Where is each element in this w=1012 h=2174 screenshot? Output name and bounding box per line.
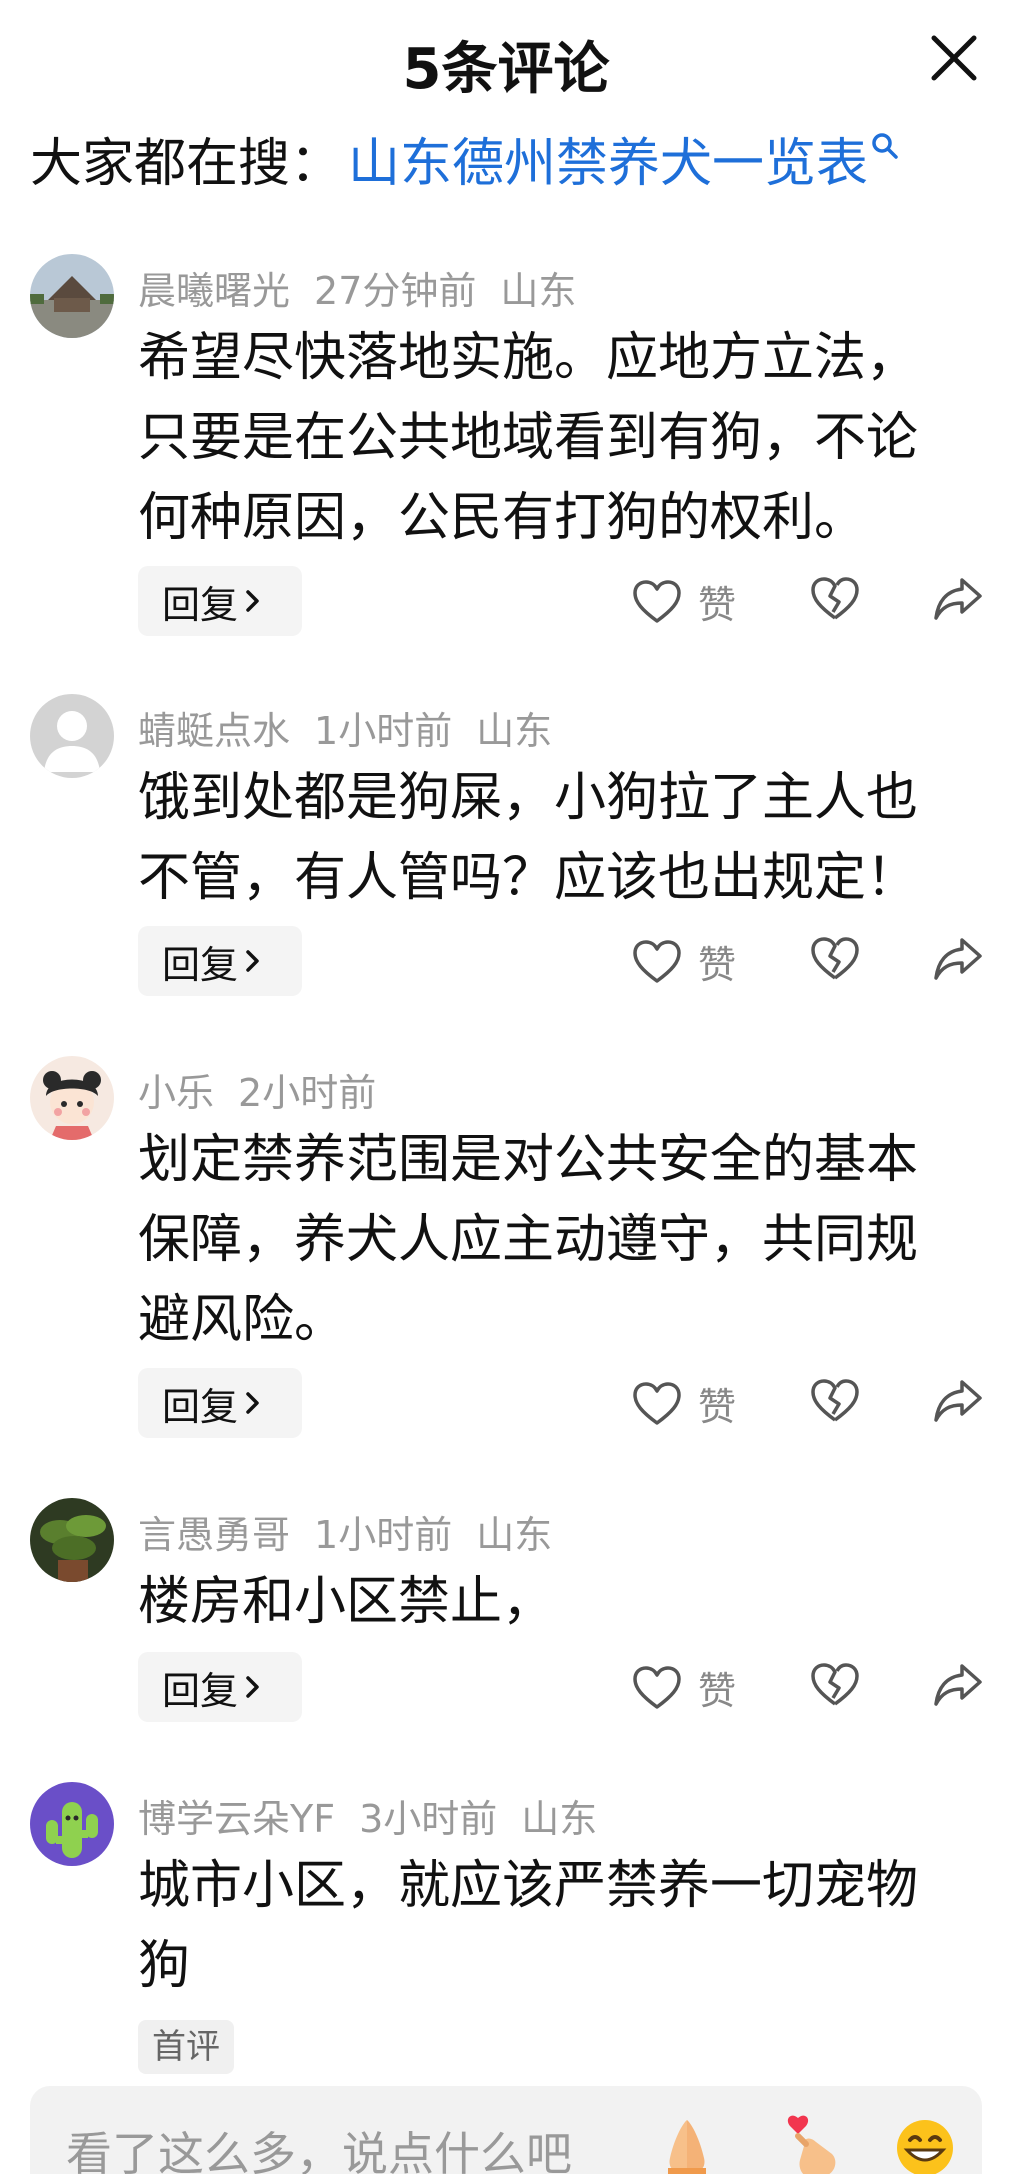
grinning-face-emoji-icon[interactable] xyxy=(890,2110,960,2174)
reply-label: 回复 xyxy=(162,582,239,627)
comment-text: 饿到处都是狗屎，小狗拉了主人也 不管，有人管吗？应该也出规定！ xyxy=(138,758,958,918)
like-label: 赞 xyxy=(698,1669,737,1713)
trending-search-label: 大家都在搜： xyxy=(30,133,343,194)
share-icon[interactable] xyxy=(932,576,984,622)
comment-meta: 蜻蜓点水 1小时前 山东 xyxy=(138,700,552,755)
comment-text-line: 只要是在公共地域看到有狗，不论 xyxy=(138,408,919,468)
chevron-right-icon xyxy=(246,950,259,972)
finger-heart-emoji-icon[interactable] xyxy=(776,2110,846,2174)
like-label: 赞 xyxy=(698,1385,737,1429)
comment-username[interactable]: 晨曦曙光 xyxy=(138,269,290,313)
praying-hands-emoji-icon[interactable] xyxy=(652,2110,722,2174)
comment-text-line: 饿到处都是狗屎，小狗拉了主人也 xyxy=(138,768,919,828)
comment-text-line: 划定禁养范围是对公共安全的基本 xyxy=(138,1130,919,1190)
close-icon xyxy=(931,35,977,81)
broken-heart-icon[interactable] xyxy=(810,576,860,622)
avatar[interactable] xyxy=(30,1498,114,1582)
page-title: 5条评论 xyxy=(402,37,610,102)
comment-time: 3小时前 xyxy=(359,1797,498,1841)
reply-button[interactable]: 回复 xyxy=(138,1652,302,1722)
comment-username[interactable]: 小乐 xyxy=(138,1071,214,1115)
heart-icon xyxy=(633,939,681,983)
reply-label: 回复 xyxy=(162,942,239,987)
comment-time: 27分钟前 xyxy=(314,269,477,313)
first-comment-badge: 首评 xyxy=(138,2020,234,2074)
comment-time: 2小时前 xyxy=(238,1071,377,1115)
broken-heart-icon[interactable] xyxy=(810,936,860,982)
broken-heart-icon[interactable] xyxy=(810,1378,860,1424)
comment-time: 1小时前 xyxy=(314,1513,453,1557)
comment-meta: 晨曦曙光 27分钟前 山东 xyxy=(138,260,576,315)
comment-actions: 回复 赞 xyxy=(0,1652,1012,1724)
comment-text: 楼房和小区禁止， xyxy=(138,1562,958,1642)
reply-button[interactable]: 回复 xyxy=(138,566,302,636)
comment-location: 山东 xyxy=(521,1797,598,1841)
comment-text-line: 不管，有人管吗？应该也出规定！ xyxy=(138,848,919,908)
comment-username[interactable]: 言愚勇哥 xyxy=(138,1513,290,1557)
heart-icon xyxy=(633,1665,681,1709)
comment-location: 山东 xyxy=(500,269,577,313)
comment-location: 山东 xyxy=(476,1513,553,1557)
avatar[interactable] xyxy=(30,1056,114,1140)
search-icon[interactable] xyxy=(870,131,900,161)
comment-text-line: 希望尽快落地实施。应地方立法， xyxy=(138,328,919,388)
heart-icon xyxy=(633,579,681,623)
comment-text-line: 避风险。 xyxy=(138,1290,347,1350)
share-icon[interactable] xyxy=(932,936,984,982)
chevron-right-icon xyxy=(246,1676,259,1698)
comment-text: 希望尽快落地实施。应地方立法， 只要是在公共地域看到有狗，不论 何种原因，公民有… xyxy=(138,318,958,558)
comment-username[interactable]: 博学云朵YF xyxy=(138,1797,335,1841)
comment-text-line: 保障，养犬人应主动遵守，共同规 xyxy=(138,1210,919,1270)
comment-username[interactable]: 蜻蜓点水 xyxy=(138,709,290,753)
avatar[interactable] xyxy=(30,1782,114,1866)
comment-text-line: 何种原因，公民有打狗的权利。 xyxy=(138,488,867,548)
like-button[interactable]: 赞 xyxy=(632,1660,736,1715)
broken-heart-icon[interactable] xyxy=(810,1662,860,1708)
avatar[interactable] xyxy=(30,694,114,778)
chevron-right-icon xyxy=(246,590,259,612)
comments-header: 5条评论 xyxy=(0,0,1012,120)
like-button[interactable]: 赞 xyxy=(632,1376,736,1431)
comment-text: 城市小区，就应该严禁养一切宠物 狗 xyxy=(138,1846,958,2006)
comment-actions: 回复 赞 xyxy=(0,566,1012,638)
comment-time: 1小时前 xyxy=(314,709,453,753)
comment-location: 山东 xyxy=(476,709,553,753)
comment-text-line: 狗 xyxy=(138,1936,191,1996)
trending-search-link[interactable]: 山东德州禁养犬一览表 xyxy=(348,121,868,196)
comment-meta: 博学云朵YF 3小时前 山东 xyxy=(138,1788,597,1843)
comment-actions: 回复 赞 xyxy=(0,926,1012,998)
like-button[interactable]: 赞 xyxy=(632,934,736,989)
heart-icon xyxy=(633,1381,681,1425)
share-icon[interactable] xyxy=(932,1378,984,1424)
comment-text-line: 城市小区，就应该严禁养一切宠物 xyxy=(138,1856,919,1916)
trending-search: 大家都在搜： 山东德州禁养犬一览表 xyxy=(30,122,900,194)
like-label: 赞 xyxy=(698,583,737,627)
comment-input-placeholder[interactable]: 看了这么多，说点什么吧 xyxy=(66,2118,572,2174)
reply-label: 回复 xyxy=(162,1384,239,1429)
close-button[interactable] xyxy=(918,22,990,94)
reply-button[interactable]: 回复 xyxy=(138,1368,302,1438)
chevron-right-icon xyxy=(246,1392,259,1414)
comment-meta: 言愚勇哥 1小时前 山东 xyxy=(138,1504,552,1559)
comment-meta: 小乐 2小时前 xyxy=(138,1062,376,1117)
avatar[interactable] xyxy=(30,254,114,338)
share-icon[interactable] xyxy=(932,1662,984,1708)
reply-label: 回复 xyxy=(162,1668,239,1713)
reply-button[interactable]: 回复 xyxy=(138,926,302,996)
like-label: 赞 xyxy=(698,943,737,987)
comment-actions: 回复 赞 xyxy=(0,1368,1012,1440)
like-button[interactable]: 赞 xyxy=(632,574,736,629)
comment-text-line: 楼房和小区禁止， xyxy=(138,1572,555,1632)
comment-input-bar[interactable]: 看了这么多，说点什么吧 xyxy=(30,2086,982,2174)
comment-text: 划定禁养范围是对公共安全的基本 保障，养犬人应主动遵守，共同规 避风险。 xyxy=(138,1120,958,1360)
